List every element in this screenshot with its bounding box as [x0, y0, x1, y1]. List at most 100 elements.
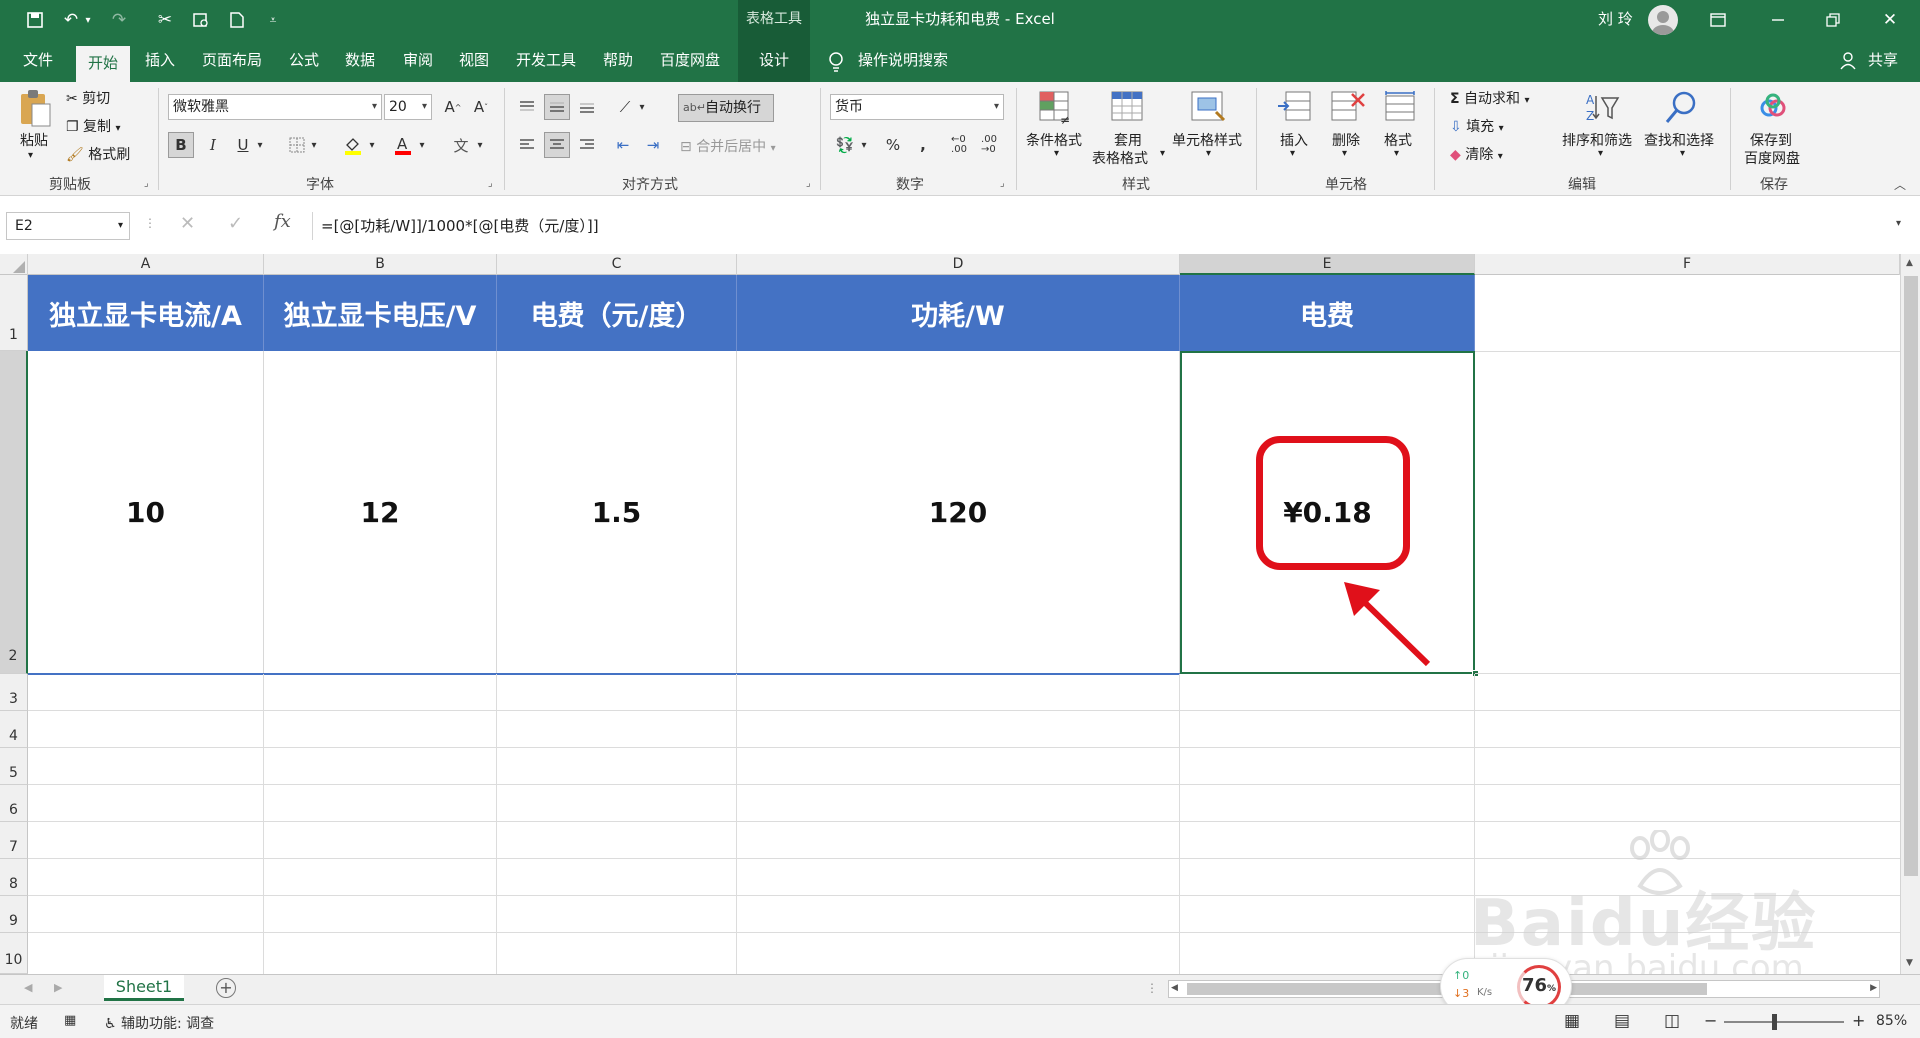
table-data-cell[interactable]: 120 — [737, 351, 1180, 674]
table-data-cell[interactable]: 12 — [264, 351, 497, 674]
format-table-dropdown-icon[interactable]: ▾ — [1160, 148, 1165, 159]
expand-formula-icon[interactable]: ▾ — [1896, 218, 1901, 229]
cell-styles-dropdown-icon[interactable]: ▾ — [1206, 148, 1211, 159]
table-header-cell[interactable]: 独立显卡电流/A — [28, 275, 264, 351]
fill-button[interactable]: ⇩ 填充 ▾ — [1450, 116, 1504, 136]
zoom-slider-thumb[interactable] — [1772, 1014, 1777, 1030]
align-right-icon[interactable] — [574, 132, 600, 158]
decrease-font-icon[interactable]: Aˇ — [468, 94, 494, 120]
save-to-label-2[interactable]: 百度网盘 — [1744, 148, 1800, 168]
tab-split-grip-icon[interactable]: ⋮ — [1146, 981, 1158, 995]
align-bottom-icon[interactable] — [574, 94, 600, 120]
underline-dropdown-icon[interactable]: ▾ — [252, 132, 268, 158]
accessibility-status[interactable]: ♿ 辅助功能: 调查 — [104, 1013, 214, 1033]
row-header[interactable]: 5 — [0, 748, 28, 785]
insert-dropdown-icon[interactable]: ▾ — [1290, 148, 1295, 159]
clear-button[interactable]: ◆ 清除 ▾ — [1450, 144, 1503, 164]
name-box[interactable]: E2 ▾ — [6, 212, 130, 240]
format-cells-label[interactable]: 格式 — [1384, 130, 1412, 150]
paste-label[interactable]: 粘贴 — [20, 130, 48, 150]
normal-view-icon[interactable]: ▦ — [1564, 1011, 1580, 1031]
paste-icon[interactable] — [18, 88, 52, 128]
scroll-left-icon[interactable]: ◀ — [1171, 983, 1178, 993]
zoom-level[interactable]: 85% — [1876, 1013, 1907, 1029]
find-select-dropdown-icon[interactable]: ▾ — [1680, 148, 1685, 159]
font-color-icon[interactable]: A — [390, 132, 416, 158]
user-name[interactable]: 刘 玲 — [1598, 0, 1638, 40]
row-header[interactable]: 9 — [0, 896, 28, 933]
next-sheet-icon[interactable]: ▶ — [54, 981, 62, 994]
font-name-combo[interactable]: 微软雅黑 ▾ — [168, 94, 382, 120]
tab-help[interactable]: 帮助 — [596, 40, 640, 82]
scroll-down-icon[interactable]: ▼ — [1906, 958, 1913, 968]
column-header[interactable]: D — [737, 254, 1180, 275]
undo-dropdown-icon[interactable]: ▾ — [80, 6, 96, 34]
align-center-icon[interactable] — [544, 132, 570, 158]
column-header-selected[interactable]: E — [1180, 254, 1475, 275]
format-cells-icon[interactable] — [1382, 90, 1420, 126]
cell-styles-icon[interactable] — [1190, 90, 1228, 126]
phonetic-guide-icon[interactable]: 文 — [448, 132, 474, 158]
merge-center-button[interactable]: ⊟ 合并后居中 ▾ — [680, 136, 776, 156]
new-file-icon[interactable] — [222, 6, 252, 34]
tab-formulas[interactable]: 公式 — [282, 40, 326, 82]
tab-data[interactable]: 数据 — [338, 40, 382, 82]
row-header[interactable]: 4 — [0, 711, 28, 748]
row-header[interactable]: 1 — [0, 275, 28, 351]
orientation-dropdown-icon[interactable]: ▾ — [634, 94, 650, 120]
scroll-up-icon[interactable]: ▲ — [1906, 258, 1913, 268]
number-launcher-icon[interactable]: ⌟ — [1000, 178, 1005, 189]
accounting-format-icon[interactable]: 💱 — [832, 132, 858, 158]
avatar[interactable] — [1648, 5, 1678, 35]
tab-insert[interactable]: 插入 — [138, 40, 182, 82]
table-data-cell[interactable]: 1.5 — [497, 351, 737, 674]
decrease-decimal-icon[interactable]: .00 →0 — [976, 132, 1002, 158]
column-header[interactable]: F — [1475, 254, 1900, 275]
table-data-cell[interactable]: 10 — [28, 351, 264, 674]
fill-color-icon[interactable] — [340, 132, 366, 158]
cell-styles-label[interactable]: 单元格样式 — [1172, 130, 1242, 150]
format-as-table-label-2[interactable]: 表格格式 — [1092, 148, 1148, 168]
delete-cells-label[interactable]: 删除 — [1332, 130, 1360, 150]
ribbon-display-options-icon[interactable] — [1703, 6, 1733, 34]
format-painter-button[interactable]: 🖌 格式刷 — [66, 144, 130, 164]
accounting-dropdown-icon[interactable]: ▾ — [856, 132, 872, 158]
bold-button[interactable]: B — [168, 132, 194, 158]
autosum-button[interactable]: Σ 自动求和 ▾ — [1450, 88, 1530, 108]
table-header-cell[interactable]: 功耗/W — [737, 275, 1180, 351]
column-header[interactable]: B — [264, 254, 497, 275]
scroll-right-icon[interactable]: ▶ — [1870, 983, 1877, 993]
insert-function-icon[interactable]: fx — [274, 211, 291, 232]
align-top-icon[interactable] — [514, 94, 540, 120]
conditional-dropdown-icon[interactable]: ▾ — [1054, 148, 1059, 159]
align-left-icon[interactable] — [514, 132, 540, 158]
select-all-corner[interactable] — [0, 254, 28, 275]
tab-page-layout[interactable]: 页面布局 — [196, 40, 268, 82]
italic-button[interactable]: I — [200, 132, 226, 158]
conditional-formatting-icon[interactable]: ≠ — [1038, 90, 1076, 127]
confirm-entry-icon[interactable]: ✓ — [228, 213, 243, 234]
tab-view[interactable]: 视图 — [452, 40, 496, 82]
row-header[interactable]: 6 — [0, 785, 28, 822]
zoom-in-icon[interactable]: + — [1852, 1011, 1865, 1030]
collapse-ribbon-icon[interactable]: ︿ — [1894, 176, 1906, 193]
table-header-cell[interactable]: 电费（元/度） — [497, 275, 737, 351]
align-middle-icon[interactable] — [544, 94, 570, 120]
close-icon[interactable]: ✕ — [1875, 6, 1905, 34]
zoom-out-icon[interactable]: − — [1704, 1011, 1717, 1030]
page-break-view-icon[interactable]: ◫ — [1664, 1011, 1680, 1031]
conditional-formatting-label[interactable]: 条件格式 — [1026, 130, 1082, 150]
table-header-cell[interactable]: 独立显卡电压/V — [264, 275, 497, 351]
save-to-label-1[interactable]: 保存到 — [1750, 130, 1792, 150]
delete-cells-icon[interactable] — [1330, 90, 1368, 126]
share-icon[interactable] — [1840, 52, 1858, 70]
macro-record-icon[interactable]: ▦ — [64, 1013, 76, 1028]
clipboard-launcher-icon[interactable]: ⌟ — [144, 178, 149, 189]
alignment-launcher-icon[interactable]: ⌟ — [806, 178, 811, 189]
font-color-dropdown-icon[interactable]: ▾ — [414, 132, 430, 158]
phonetic-dropdown-icon[interactable]: ▾ — [472, 132, 488, 158]
share-button[interactable]: 共享 — [1860, 40, 1906, 82]
decrease-indent-icon[interactable]: ⇤ — [610, 132, 636, 158]
row-header[interactable]: 10 — [0, 933, 28, 974]
sort-filter-label[interactable]: 排序和筛选 — [1562, 130, 1632, 150]
